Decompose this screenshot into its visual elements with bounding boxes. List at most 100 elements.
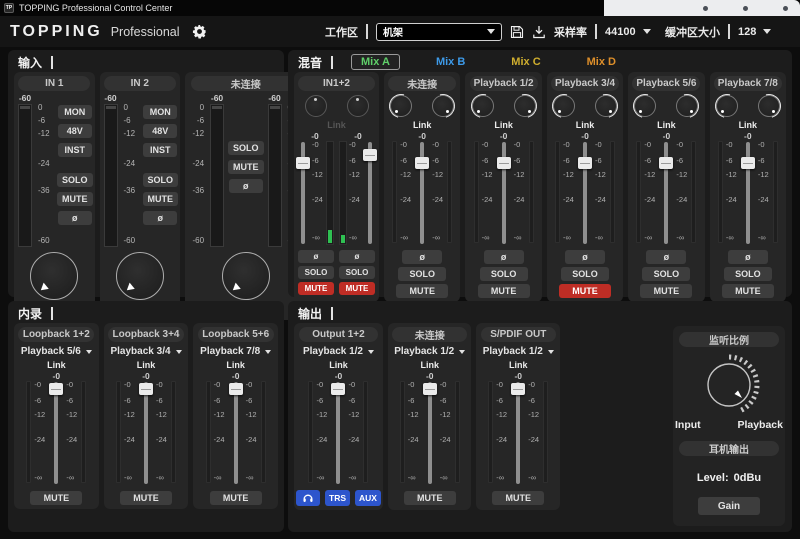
phase-button[interactable]: ø <box>229 179 263 193</box>
mute-button[interactable]: MUTE <box>210 491 262 505</box>
fader-handle[interactable] <box>511 383 525 395</box>
source-select[interactable]: Playback 7/8 <box>200 345 271 358</box>
pan-knob-right[interactable] <box>347 95 369 117</box>
solo-button[interactable]: SOLO <box>228 141 264 155</box>
pan-knob-right[interactable] <box>676 95 698 117</box>
solo-button[interactable]: SOLO <box>143 173 179 187</box>
gain-button[interactable]: Gain <box>698 497 760 515</box>
solo-button[interactable]: SOLO <box>480 267 528 281</box>
mute-button[interactable]: MUTE <box>143 192 179 206</box>
settings-button[interactable] <box>192 24 207 39</box>
link-label[interactable]: Link <box>509 360 528 371</box>
stereo-fader[interactable] <box>49 381 63 485</box>
phase-button[interactable]: ø <box>402 250 442 264</box>
link-label[interactable]: Link <box>226 360 245 371</box>
close-button[interactable] <box>783 6 788 11</box>
workspace-select[interactable]: 机架 <box>376 23 502 41</box>
mute-button[interactable]: MUTE <box>396 284 448 298</box>
instrument-button[interactable]: INST <box>143 143 177 157</box>
monitor-ratio-knob[interactable] <box>697 353 761 417</box>
phase-button[interactable]: ø <box>298 250 334 263</box>
maximize-button[interactable] <box>743 6 748 11</box>
link-label[interactable]: Link <box>494 120 513 131</box>
phantom-48v-button[interactable]: 48V <box>58 124 92 138</box>
phase-button[interactable]: ø <box>58 211 92 225</box>
stereo-fader[interactable] <box>497 141 511 245</box>
link-label[interactable]: Link <box>329 360 348 371</box>
mute-button[interactable]: MUTE <box>404 491 456 505</box>
stereo-fader[interactable] <box>423 381 437 485</box>
fader-handle[interactable] <box>659 157 673 169</box>
monitor-button[interactable]: MON <box>58 105 92 119</box>
fader-handle[interactable] <box>497 157 511 169</box>
source-select[interactable]: Playback 1/2 <box>483 345 554 358</box>
pan-knob-left[interactable] <box>553 95 575 117</box>
fader-handle[interactable] <box>296 157 310 169</box>
fader-handle[interactable] <box>331 383 345 395</box>
phase-button[interactable]: ø <box>646 250 686 264</box>
buffer-size-select[interactable]: 128 <box>738 26 790 38</box>
link-label[interactable]: Link <box>47 360 66 371</box>
link-label[interactable]: Link <box>576 120 595 131</box>
load-workspace-button[interactable] <box>532 25 546 39</box>
source-select[interactable]: Playback 1/2 <box>394 345 465 358</box>
tab-mix-d[interactable]: Mix D <box>577 54 626 70</box>
phase-button[interactable]: ø <box>484 250 524 264</box>
link-label[interactable]: Link <box>420 360 439 371</box>
pan-knob-right[interactable] <box>595 95 617 117</box>
sample-rate-select[interactable]: 44100 <box>605 26 657 38</box>
trs-button[interactable]: TRS <box>325 490 350 506</box>
stereo-fader[interactable] <box>659 141 673 245</box>
mute-button[interactable]: MUTE <box>298 282 334 295</box>
pan-knob-left[interactable] <box>305 95 327 117</box>
headphone-button[interactable] <box>296 490 320 506</box>
phase-button[interactable]: ø <box>339 250 375 263</box>
mute-button[interactable]: MUTE <box>339 282 375 295</box>
link-label[interactable]: Link <box>657 120 676 131</box>
pan-knob-right[interactable] <box>758 95 780 117</box>
link-label[interactable]: Link <box>739 120 758 131</box>
phase-button[interactable]: ø <box>143 211 177 225</box>
tab-mix-a[interactable]: Mix A <box>351 54 400 70</box>
pan-knob-left[interactable] <box>716 95 738 117</box>
gain-knob[interactable] <box>116 252 164 300</box>
fader-right[interactable] <box>363 141 377 245</box>
stereo-fader[interactable] <box>415 141 429 245</box>
solo-button[interactable]: SOLO <box>298 266 334 279</box>
fader-handle[interactable] <box>423 383 437 395</box>
stereo-fader[interactable] <box>331 381 345 485</box>
solo-button[interactable]: SOLO <box>57 173 93 187</box>
solo-button[interactable]: SOLO <box>724 267 772 281</box>
stereo-fader[interactable] <box>511 381 525 485</box>
fader-handle[interactable] <box>363 149 377 161</box>
save-workspace-button[interactable] <box>510 25 524 39</box>
pan-knob-right[interactable] <box>514 95 536 117</box>
link-label[interactable]: Link <box>327 120 346 131</box>
phase-button[interactable]: ø <box>728 250 768 264</box>
gain-knob[interactable] <box>222 252 270 300</box>
gain-knob[interactable] <box>30 252 78 300</box>
pan-knob-right[interactable] <box>432 95 454 117</box>
fader-handle[interactable] <box>49 383 63 395</box>
tab-mix-b[interactable]: Mix B <box>426 54 475 70</box>
source-select[interactable]: Playback 1/2 <box>303 345 374 358</box>
link-label[interactable]: Link <box>413 120 432 131</box>
stereo-fader[interactable] <box>578 141 592 245</box>
fader-left[interactable] <box>296 141 310 245</box>
mute-button[interactable]: MUTE <box>640 284 692 298</box>
fader-handle[interactable] <box>415 157 429 169</box>
solo-button[interactable]: SOLO <box>339 266 375 279</box>
source-select[interactable]: Playback 3/4 <box>110 345 181 358</box>
fader-handle[interactable] <box>139 383 153 395</box>
solo-button[interactable]: SOLO <box>642 267 690 281</box>
phantom-48v-button[interactable]: 48V <box>143 124 177 138</box>
solo-button[interactable]: SOLO <box>561 267 609 281</box>
stereo-fader[interactable] <box>139 381 153 485</box>
stereo-fader[interactable] <box>741 141 755 245</box>
instrument-button[interactable]: INST <box>58 143 92 157</box>
fader-handle[interactable] <box>229 383 243 395</box>
fader-handle[interactable] <box>741 157 755 169</box>
mute-button[interactable]: MUTE <box>492 491 544 505</box>
stereo-fader[interactable] <box>229 381 243 485</box>
mute-button[interactable]: MUTE <box>722 284 774 298</box>
